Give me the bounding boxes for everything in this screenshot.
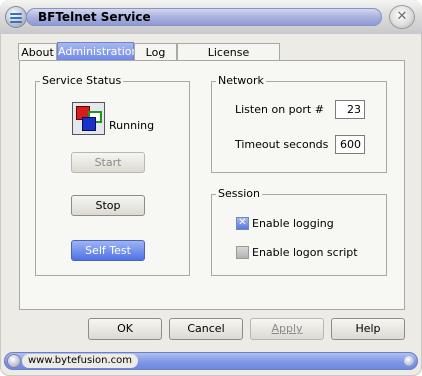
network-group: Network Listen on port # 23 Timeout seco… — [211, 74, 387, 173]
tab-license-agreement[interactable]: License Agreement — [177, 43, 280, 76]
window-title: BFTelnet Service — [38, 10, 151, 24]
close-button[interactable]: ✕ — [390, 6, 414, 28]
network-legend: Network — [216, 74, 266, 88]
enable-logging-label[interactable]: Enable logging — [252, 217, 334, 231]
start-button[interactable]: Start — [71, 152, 145, 173]
port-input[interactable]: 23 — [335, 100, 365, 119]
close-icon: ✕ — [396, 9, 408, 24]
self-test-button[interactable]: Self Test — [71, 240, 145, 261]
timeout-label: Timeout seconds — [235, 138, 329, 151]
session-legend: Session — [216, 187, 262, 201]
help-button[interactable]: Help — [331, 318, 405, 340]
port-label: Listen on port # — [235, 103, 324, 116]
status-bar: www.bytefusion.com — [4, 352, 418, 370]
title-bar[interactable]: BFTelnet Service ✕ — [0, 0, 422, 34]
website-link[interactable]: www.bytefusion.com — [22, 354, 138, 368]
service-status-text: Running — [109, 119, 155, 132]
service-status-legend: Service Status — [40, 74, 124, 88]
administration-panel: Service Status Running Start Stop Self T… — [19, 60, 405, 310]
stop-button[interactable]: Stop — [71, 195, 145, 216]
tab-about[interactable]: About — [18, 43, 57, 60]
ok-button[interactable]: OK — [88, 318, 162, 340]
resize-grip-icon[interactable] — [404, 356, 414, 366]
enable-logon-script-label[interactable]: Enable logon script — [252, 246, 358, 260]
dialog-window: BFTelnet Service ✕ About Administration … — [0, 0, 422, 376]
enable-logging-checkbox[interactable]: ✕ — [236, 217, 249, 230]
session-group: Session ✕ Enable logging Enable logon sc… — [211, 187, 387, 276]
timeout-input[interactable]: 600 — [335, 135, 365, 154]
service-status-group: Service Status Running Start Stop Self T… — [35, 74, 190, 276]
tab-log[interactable]: Log — [134, 43, 177, 60]
enable-logon-script-checkbox[interactable] — [236, 246, 249, 259]
tab-administration[interactable]: Administration — [57, 42, 139, 61]
apply-button[interactable]: Apply — [250, 318, 324, 340]
service-icon — [72, 102, 105, 135]
status-indicator-icon — [8, 355, 20, 367]
cancel-button[interactable]: Cancel — [169, 318, 243, 340]
app-icon[interactable] — [6, 7, 26, 27]
check-icon: ✕ — [238, 217, 247, 228]
